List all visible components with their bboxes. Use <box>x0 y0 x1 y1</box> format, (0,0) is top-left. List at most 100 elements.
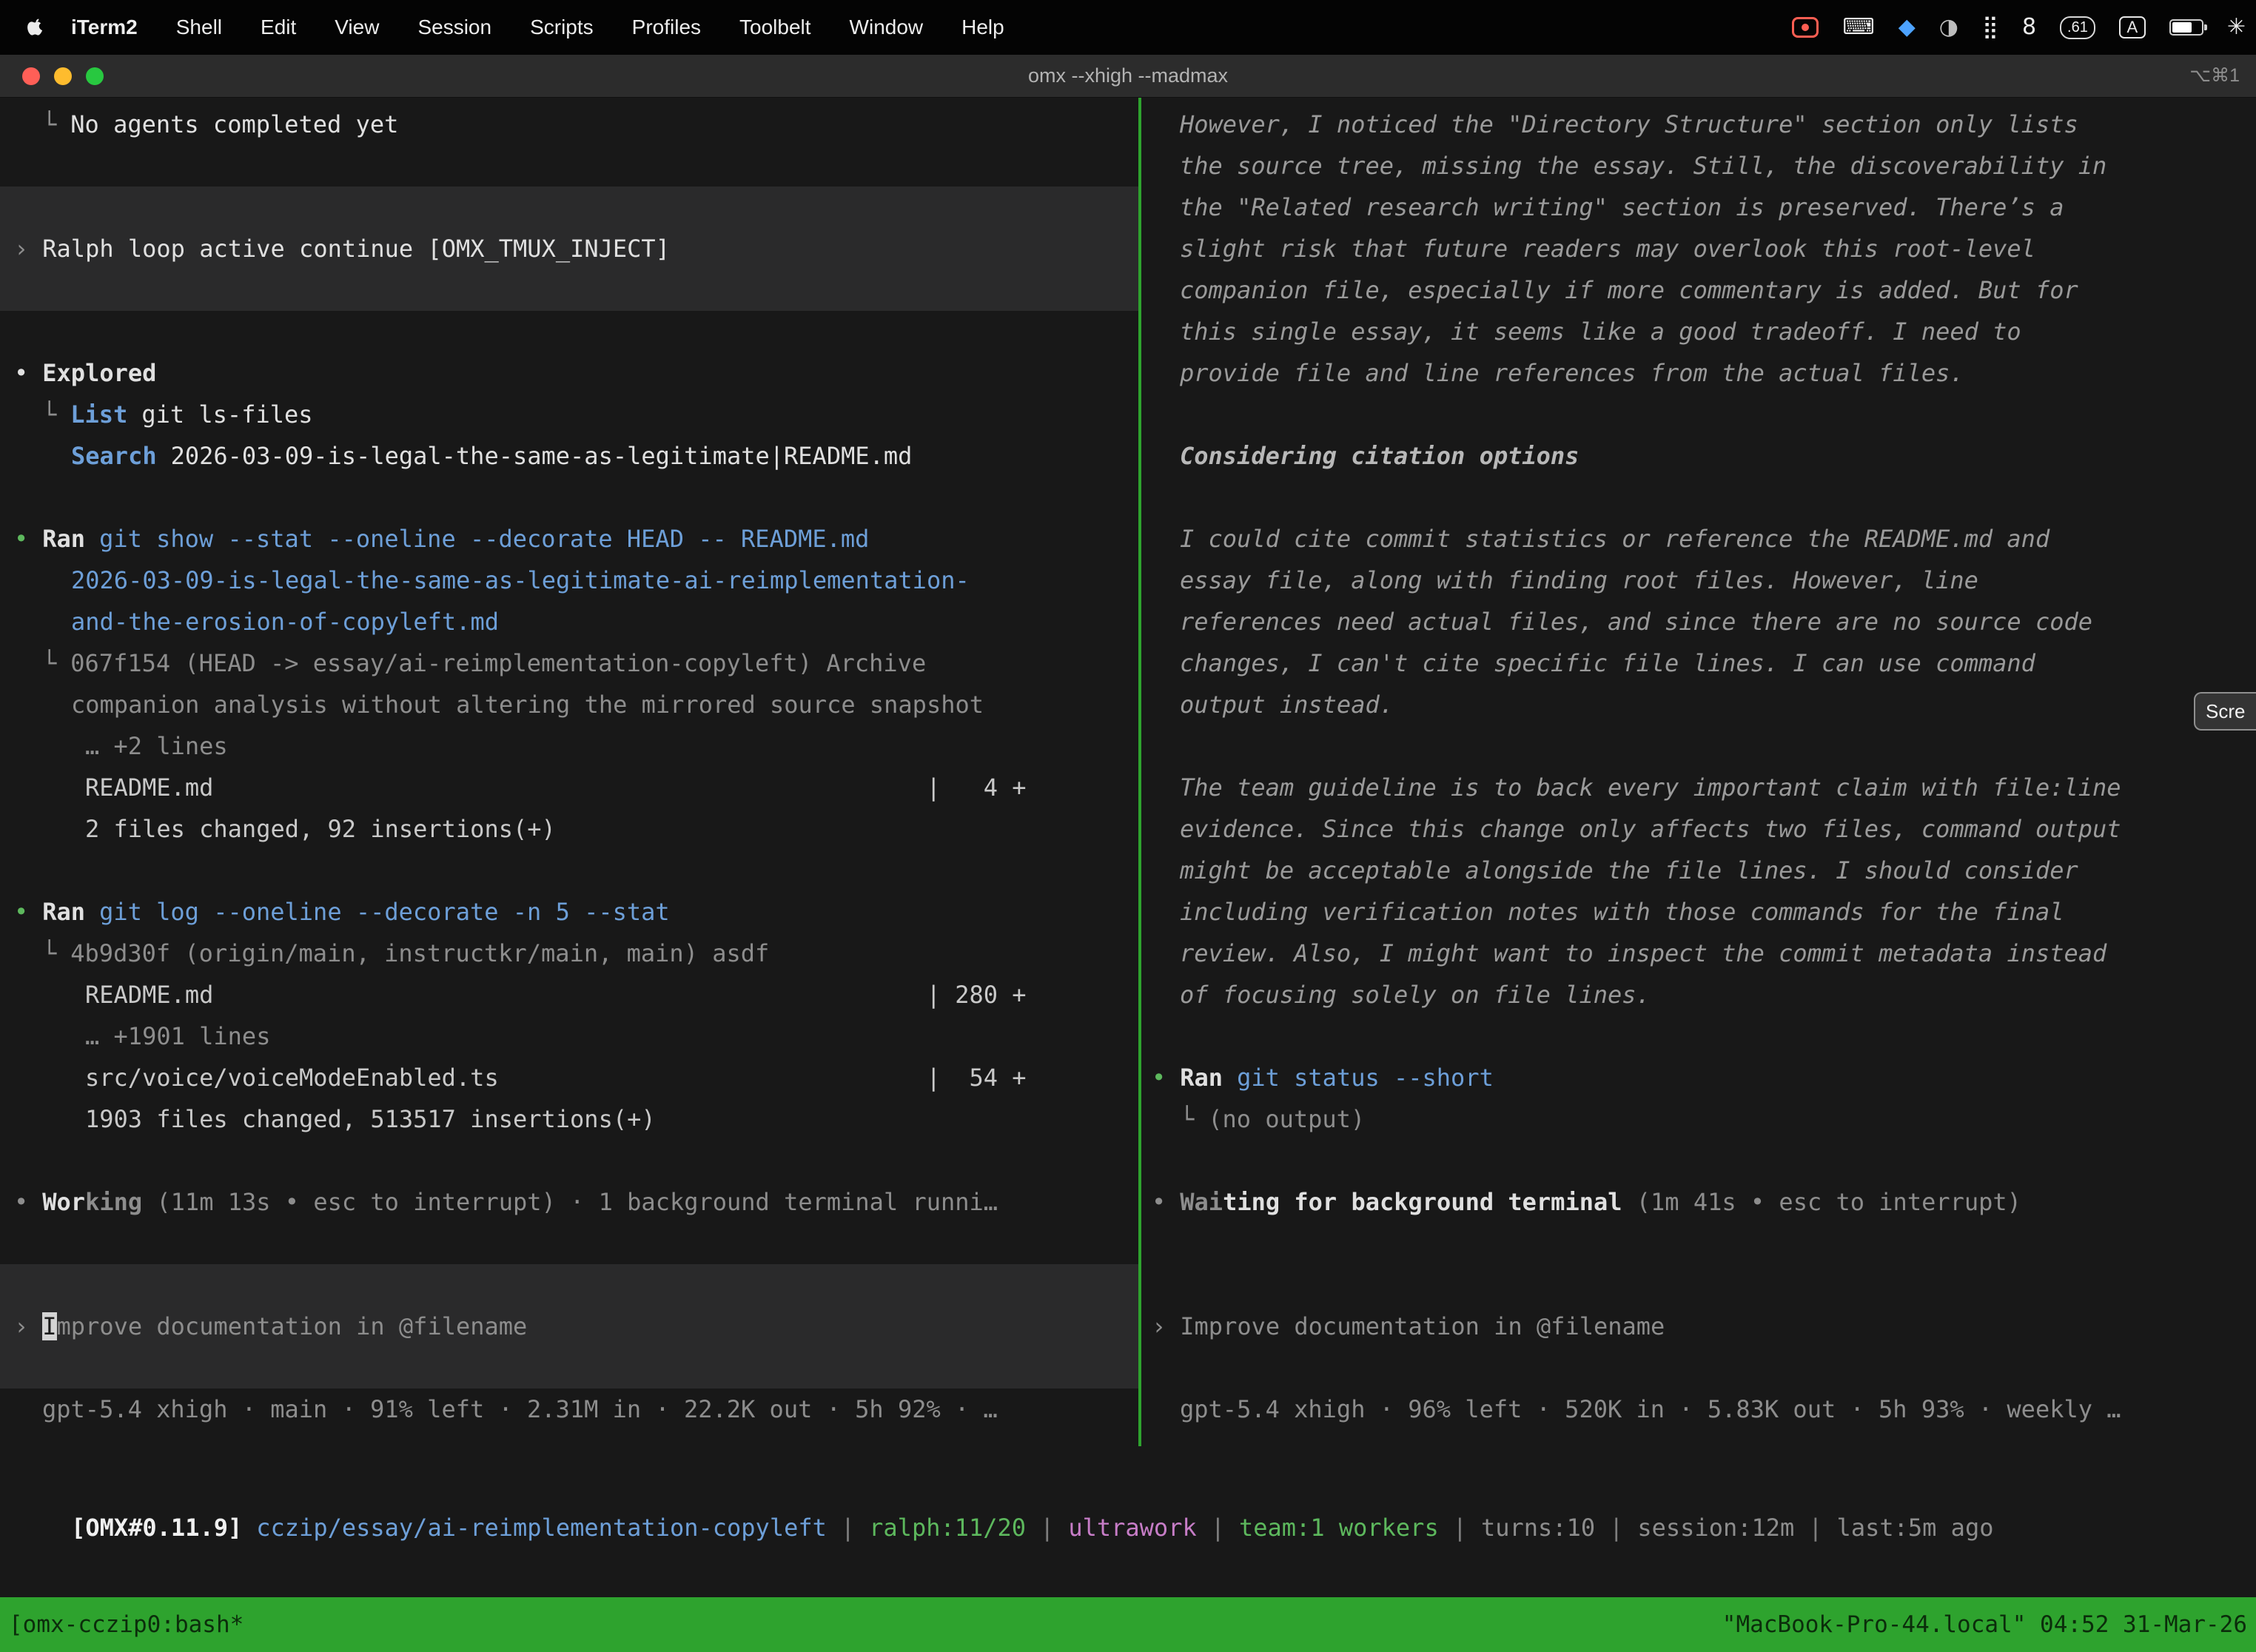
spacer <box>0 477 1138 518</box>
spacer <box>1141 725 2256 767</box>
text-cursor: I <box>42 1312 56 1340</box>
tmux-host-clock: "MacBook-Pro-44.local" 04:52 31-Mar-26 <box>1722 1611 2247 1638</box>
menu-item-iterm2[interactable]: iTerm2 <box>52 16 157 39</box>
model-status-line: gpt-5.4 xhigh · 96% left · 520K in · 5.8… <box>1141 1389 2256 1430</box>
omx-team: team:1 workers <box>1239 1514 1439 1542</box>
keyboard-icon[interactable]: ⌨ <box>1842 16 1874 38</box>
more-lines-note: … +2 lines <box>0 725 1138 767</box>
thinking-text-line: essay file, along with finding root file… <box>1141 560 2256 601</box>
diffstat-file-line: README.md | 4 + <box>0 767 1138 808</box>
thinking-text-line: the "Related research writing" section i… <box>1141 187 2256 228</box>
thinking-text-line: review. Also, I might want to inspect th… <box>1141 933 2256 974</box>
utility-icon[interactable]: 8 <box>2022 16 2036 38</box>
menu-item-view[interactable]: View <box>315 16 398 39</box>
thinking-text-line: output instead. <box>1141 684 2256 725</box>
omx-turns: turns:10 <box>1481 1514 1595 1542</box>
show-file-line-1: 2026-03-09-is-legal-the-same-as-legitima… <box>0 560 1138 601</box>
input-source-icon[interactable]: A <box>2119 16 2146 38</box>
spacer <box>1141 1140 2256 1181</box>
ralph-banner-line: ›Ralph loop active continue [OMX_TMUX_IN… <box>0 228 1138 269</box>
show-file-line-2: and-the-erosion-of-copyleft.md <box>0 601 1138 642</box>
waiting-status-line: •Waiting for background terminal (1m 41s… <box>1141 1181 2256 1223</box>
menu-item-shell[interactable]: Shell <box>157 16 241 39</box>
agents-note-line: └No agents completed yet <box>0 104 1138 145</box>
thinking-text-line: However, I noticed the "Directory Struct… <box>1141 104 2256 145</box>
readme-link[interactable]: README.md <box>1864 525 1993 553</box>
menu-item-toolbelt[interactable]: Toolbelt <box>720 16 830 39</box>
menu-item-help[interactable]: Help <box>942 16 1024 39</box>
spacer <box>0 850 1138 891</box>
model-status-line: gpt-5.4 xhigh · main · 91% left · 2.31M … <box>0 1389 1138 1430</box>
bullet-icon: • <box>14 1188 28 1216</box>
tree-branch-icon: └ <box>42 649 56 677</box>
omx-ralph-counter: ralph:11/20 <box>869 1514 1026 1542</box>
thinking-text-line: The team guideline is to back every impo… <box>1141 767 2256 808</box>
menu-item-edit[interactable]: Edit <box>241 16 315 39</box>
menu-item-window[interactable]: Window <box>830 16 943 39</box>
spacer <box>0 1140 1138 1181</box>
more-lines-note: … +1901 lines <box>0 1015 1138 1057</box>
window-shortcut: ⌥⌘1 <box>2189 55 2240 97</box>
thinking-text-line: I could cite commit statistics or refere… <box>1141 518 2256 560</box>
tree-branch-icon: └ <box>42 400 56 429</box>
spacer <box>1141 1015 2256 1057</box>
screenshot-toast[interactable]: Scre <box>2194 692 2256 731</box>
bullet-icon: • <box>14 525 28 553</box>
bullet-icon: • <box>1152 1064 1166 1092</box>
omx-status-line: [OMX#0.11.9]cczip/essay/ai-reimplementat… <box>0 1465 2256 1507</box>
diffstat-file-line: README.md | 280 + <box>0 974 1138 1015</box>
menu-item-profiles[interactable]: Profiles <box>613 16 720 39</box>
menu-item-session[interactable]: Session <box>398 16 511 39</box>
thinking-text-line: including verification notes with those … <box>1141 891 2256 933</box>
apps-grid-icon[interactable]: ⣿ <box>1982 16 1998 38</box>
tree-branch-icon: └ <box>1152 1105 1194 1133</box>
prompt-input-box[interactable]: ›Improve documentation in @filename <box>0 1264 1138 1389</box>
spacer <box>1141 477 2256 518</box>
blue-app-icon[interactable]: ◆ <box>1899 16 1916 38</box>
thinking-text-line: of focusing solely on file lines. <box>1141 974 2256 1015</box>
working-status-line: •Working (11m 13s • esc to interrupt) · … <box>0 1181 1138 1223</box>
thinking-text-line: evidence. Since this change only affects… <box>1141 808 2256 850</box>
spacer <box>1141 394 2256 435</box>
thinking-text-line: companion file, especially if more comme… <box>1141 269 2256 311</box>
ran-git-show-line: •Rangit show --stat --oneline --decorate… <box>0 518 1138 560</box>
tmux-session-name[interactable]: [omx-cczip0:bash* <box>9 1611 244 1638</box>
list-line: └Listgit ls-files <box>0 394 1138 435</box>
prompt-input-line[interactable]: ›Improve documentation in @filename <box>1141 1306 2256 1347</box>
battery-fill <box>2172 22 2192 33</box>
prompt-chevron-icon: › <box>1152 1312 1166 1340</box>
macos-menu-bar: iTerm2 Shell Edit View Session Scripts P… <box>0 0 2256 55</box>
prompt-chevron-icon: › <box>14 1312 28 1340</box>
thinking-text-line: provide file and line references from th… <box>1141 352 2256 394</box>
thinking-text-line: changes, I can't cite specific file line… <box>1141 642 2256 684</box>
tmux-status-bar: [omx-cczip0:bash* "MacBook-Pro-44.local"… <box>0 1597 2256 1652</box>
spacer <box>0 311 1138 352</box>
screen-recording-icon[interactable] <box>1792 17 1819 38</box>
bullet-icon: • <box>14 898 28 926</box>
bullet-icon: • <box>14 359 28 387</box>
spotlight-spiral-icon[interactable]: ✳ <box>2227 16 2246 38</box>
commit-line: └067f154 (HEAD -> essay/ai-reimplementat… <box>0 642 1138 684</box>
ran-git-status-line: •Rangit status --short <box>1141 1057 2256 1098</box>
tmux-panes: └No agents completed yet ›Ralph loop act… <box>0 98 2256 1446</box>
window-title: omx --xhigh --madmax <box>0 55 2256 97</box>
prompt-chevron-icon: › <box>14 235 28 263</box>
menu-item-scripts[interactable]: Scripts <box>511 16 613 39</box>
thinking-text-line: references need actual files, and since … <box>1141 601 2256 642</box>
right-pane[interactable]: However, I noticed the "Directory Struct… <box>1141 98 2256 1446</box>
percent-badge-icon[interactable]: .61 <box>2060 16 2095 39</box>
thinking-text-line: this single essay, it seems like a good … <box>1141 311 2256 352</box>
spacer <box>0 145 1138 187</box>
tree-branch-icon: └ <box>42 939 56 967</box>
omx-branch: cczip/essay/ai-reimplementation-copyleft <box>256 1514 827 1542</box>
left-pane[interactable]: └No agents completed yet ›Ralph loop act… <box>0 98 1138 1446</box>
battery-icon[interactable] <box>2169 19 2203 36</box>
commit-line-wrap: companion analysis without altering the … <box>0 684 1138 725</box>
prompt-input-line[interactable]: ›Improve documentation in @filename <box>0 1306 1138 1347</box>
dark-app-icon[interactable]: ◑ <box>1939 16 1958 38</box>
apple-menu[interactable] <box>27 17 44 38</box>
omx-version: [OMX#0.11.9] <box>71 1514 242 1542</box>
spacer <box>1141 1347 2256 1389</box>
spacer <box>0 1223 1138 1264</box>
omx-session-time: session:12m <box>1637 1514 1794 1542</box>
